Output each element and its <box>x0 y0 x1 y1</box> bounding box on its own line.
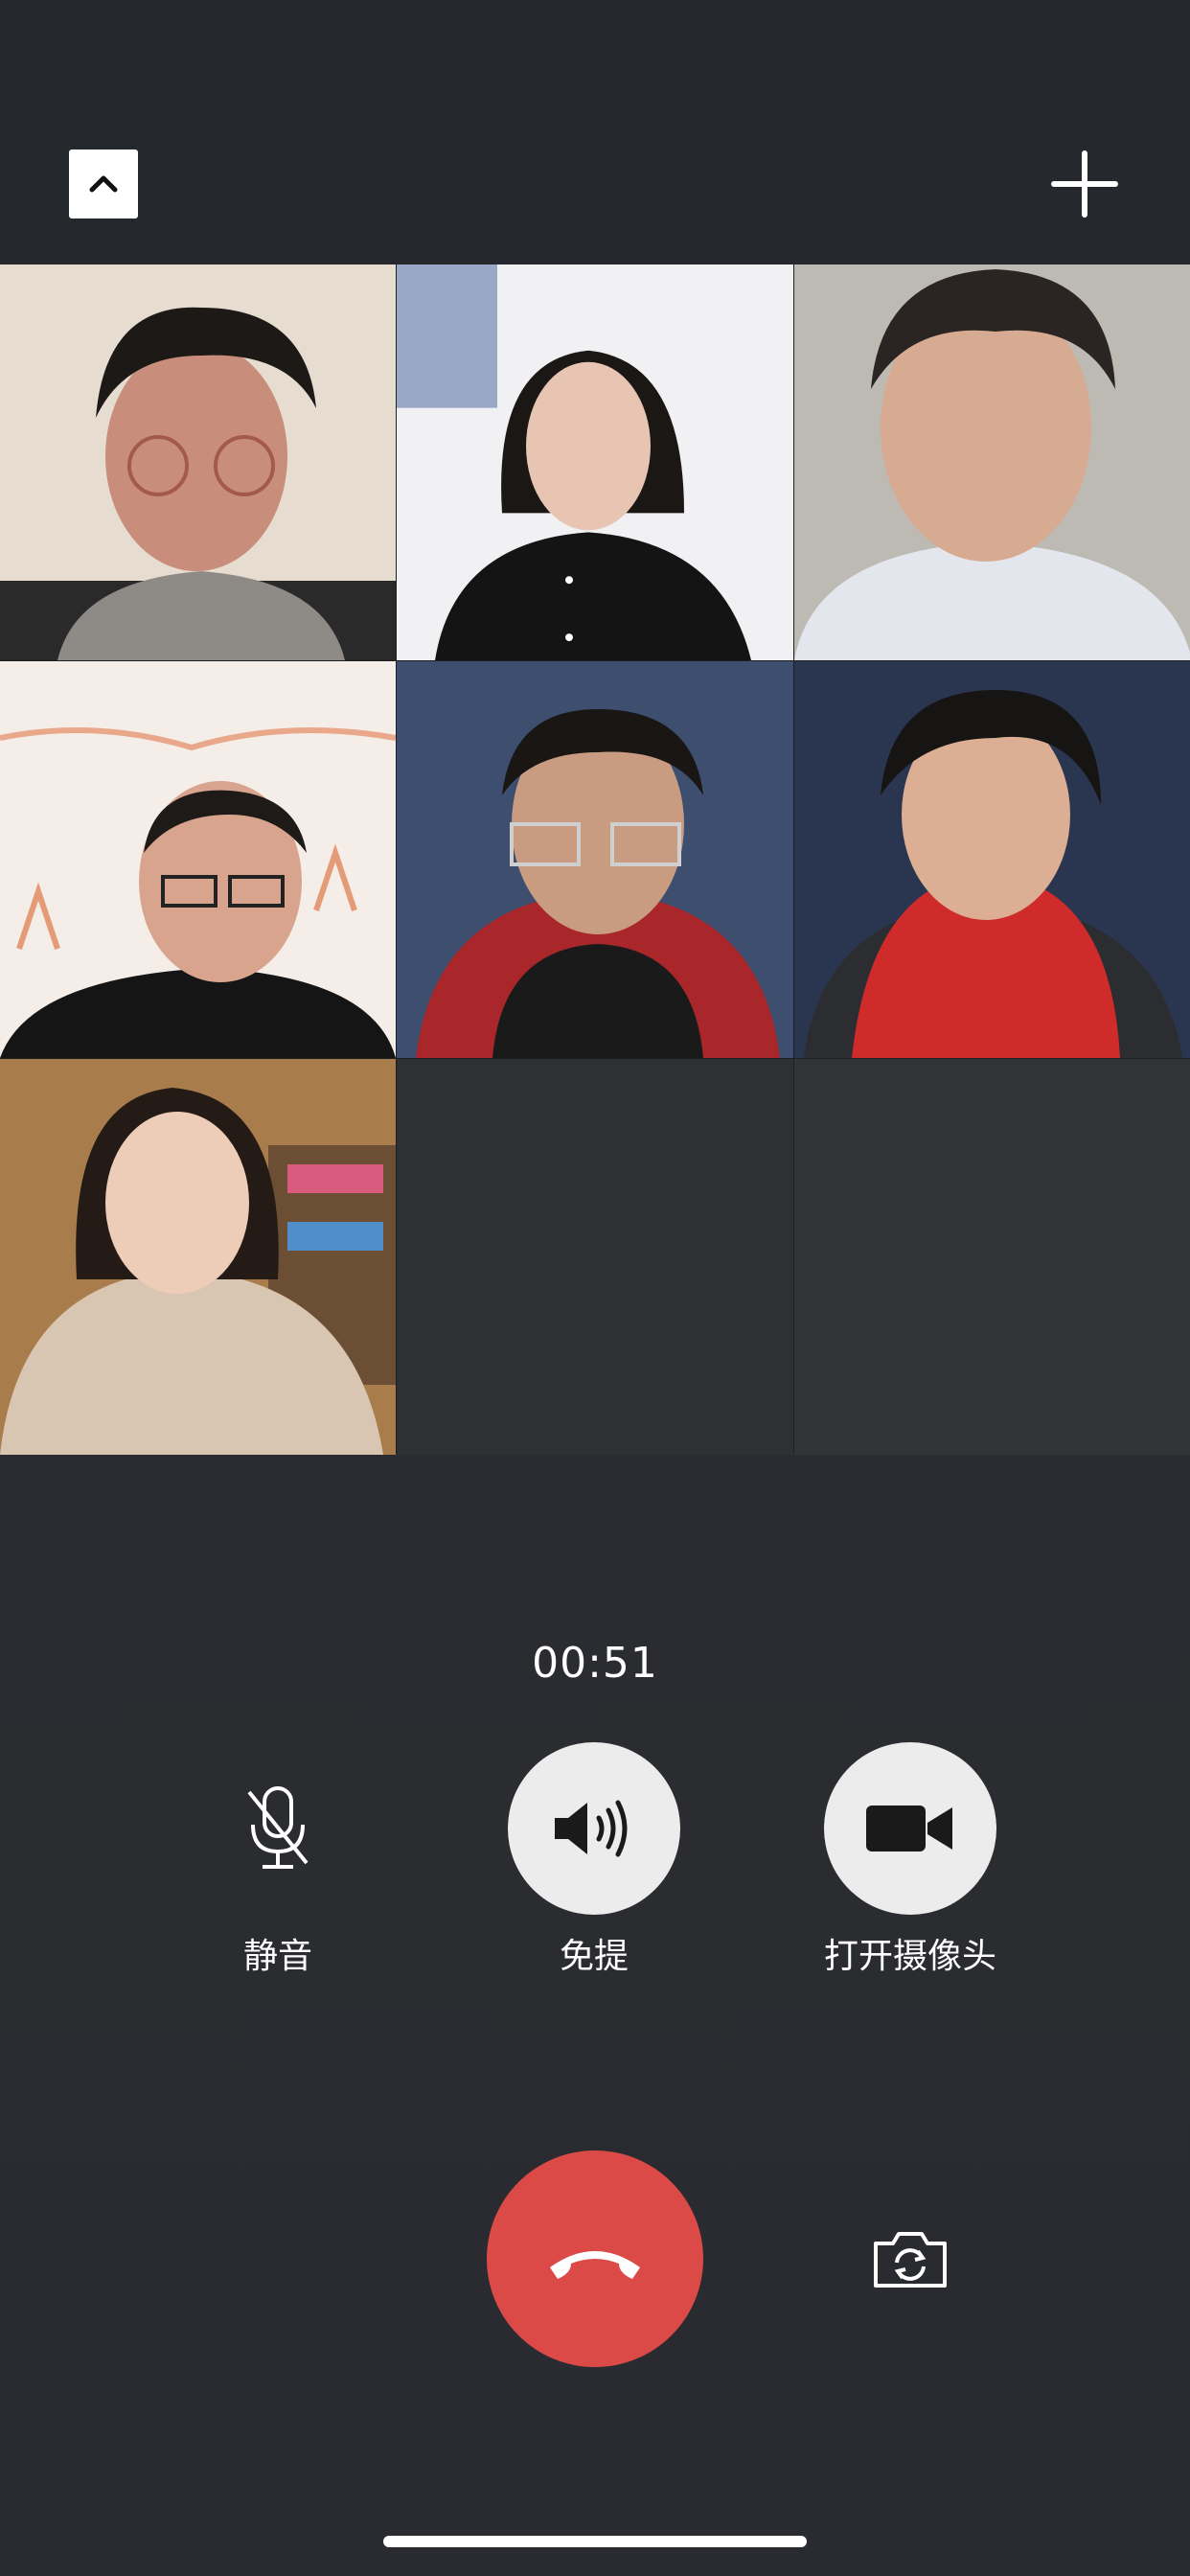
mute-button[interactable] <box>192 1742 364 1915</box>
microphone-off-icon <box>247 1786 309 1869</box>
mute-label: 静音 <box>242 1937 312 1976</box>
participant-grid <box>0 264 1190 1455</box>
participant-video-feed <box>794 661 1190 1058</box>
switch-camera-button[interactable] <box>862 2221 958 2298</box>
call-timer: 00:51 <box>532 1639 658 1688</box>
camera-switch-icon <box>874 2232 947 2288</box>
hang-up-button[interactable] <box>487 2150 703 2367</box>
speaker-label: 免提 <box>559 1937 629 1976</box>
plus-icon <box>1051 150 1118 218</box>
participant-video-tile[interactable] <box>397 661 793 1058</box>
speaker-control: 免提 <box>479 1742 709 1978</box>
video-camera-icon <box>866 1806 952 1852</box>
chevron-up-icon <box>89 175 118 193</box>
mute-control: 静音 <box>163 1742 393 1978</box>
participant-video-feed <box>397 264 793 660</box>
participant-video-feed <box>0 661 396 1058</box>
video-call-screen: 00:51 静音 免提 打开摄像头 <box>0 0 1190 2576</box>
empty-video-slot <box>794 1059 1190 1455</box>
top-bar <box>0 0 1190 264</box>
participant-video-tile[interactable] <box>794 264 1190 660</box>
participant-video-tile[interactable] <box>0 1059 396 1455</box>
participant-video-tile[interactable] <box>0 264 396 660</box>
empty-video-slot <box>397 1059 793 1455</box>
participant-video-feed <box>0 1059 396 1455</box>
speaker-button[interactable] <box>508 1742 680 1915</box>
home-indicator[interactable] <box>383 2536 807 2547</box>
participant-video-feed <box>794 264 1190 660</box>
camera-label: 打开摄像头 <box>823 1937 996 1976</box>
participant-video-tile[interactable] <box>0 661 396 1058</box>
add-participant-button[interactable] <box>1050 150 1119 218</box>
participant-video-tile[interactable] <box>397 264 793 660</box>
camera-toggle-button[interactable] <box>824 1742 996 1915</box>
phone-hangup-icon <box>550 2251 640 2279</box>
participant-video-feed <box>397 661 793 1058</box>
participant-video-tile[interactable] <box>794 661 1190 1058</box>
camera-control: 打开摄像头 <box>795 1742 1025 1978</box>
speaker-icon <box>555 1800 628 1857</box>
minimize-call-button[interactable] <box>69 150 138 218</box>
participant-video-feed <box>0 264 396 660</box>
